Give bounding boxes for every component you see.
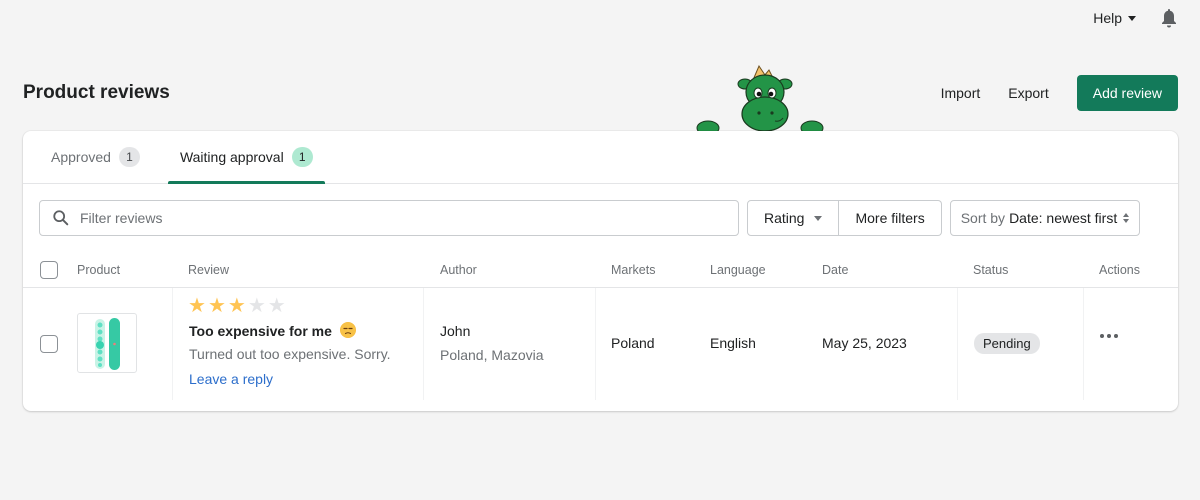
filter-reviews-input[interactable] <box>80 210 680 226</box>
column-header-status: Status <box>973 263 1009 277</box>
column-header-date: Date <box>822 263 849 277</box>
tabs: Approved 1 Waiting approval 1 <box>23 131 1178 184</box>
sort-select[interactable]: Sort by Date: newest first <box>949 200 1141 236</box>
search-field[interactable] <box>39 200 739 236</box>
column-header-language: Language <box>710 263 766 277</box>
column-divider <box>957 288 958 400</box>
filter-button-group: Rating More filters <box>747 200 942 236</box>
column-header-product: Product <box>77 263 121 277</box>
search-icon <box>53 210 69 226</box>
tab-count-badge: 1 <box>291 147 313 167</box>
market-value: Poland <box>611 335 655 351</box>
author-location: Poland, Mazovia <box>440 347 544 363</box>
export-button[interactable]: Export <box>994 85 1062 101</box>
column-header-markets: Markets <box>611 263 656 277</box>
tab-label: Approved <box>51 149 111 165</box>
dragon-mascot <box>695 64 825 131</box>
column-divider <box>172 288 173 400</box>
caret-down-icon <box>814 215 823 221</box>
column-header-review: Review <box>188 263 229 277</box>
column-divider <box>1083 288 1084 400</box>
rating-filter-button[interactable]: Rating <box>747 200 840 236</box>
review-body: Turned out too expensive. Sorry. <box>189 346 391 362</box>
star-rating: ★ ★ ★ ★ ★ <box>188 296 286 316</box>
more-actions-icon[interactable] <box>1100 334 1118 338</box>
star-filled-icon: ★ <box>188 295 206 317</box>
rating-label: Rating <box>764 210 805 226</box>
unamused-face-emoji-icon <box>339 322 356 338</box>
language-value: English <box>710 335 756 351</box>
import-button[interactable]: Import <box>927 85 995 101</box>
review-title-text: Too expensive for me <box>189 323 332 339</box>
select-all-checkbox[interactable] <box>40 261 58 279</box>
star-filled-icon: ★ <box>207 295 226 317</box>
snowboard-image <box>95 318 120 370</box>
column-header-author: Author <box>440 263 477 277</box>
filters-bar: Rating More filters Sort by Date: newest… <box>39 200 1162 236</box>
page-title: Product reviews <box>23 82 170 103</box>
column-divider <box>595 288 596 400</box>
top-bar: Help <box>1093 0 1200 36</box>
row-checkbox[interactable] <box>40 335 58 353</box>
review-title: Too expensive for me <box>189 322 356 339</box>
date-value: May 25, 2023 <box>822 335 907 351</box>
bell-icon[interactable] <box>1160 8 1178 28</box>
more-filters-button[interactable]: More filters <box>839 200 942 236</box>
help-label: Help <box>1093 10 1122 26</box>
sort-prefix: Sort by <box>960 210 1006 226</box>
caret-down-icon <box>1128 15 1136 21</box>
product-thumbnail[interactable] <box>77 313 137 373</box>
reviews-card: Approved 1 Waiting approval 1 Rating Mor… <box>23 131 1178 411</box>
table-row[interactable]: ★ ★ ★ ★ ★ Too expensive for me Turned out to… <box>23 288 1178 400</box>
select-arrows-icon <box>1123 213 1130 223</box>
page-actions: Import Export Add review <box>927 75 1178 111</box>
tab-label: Waiting approval <box>179 149 284 165</box>
column-divider <box>423 288 424 400</box>
tab-waiting-approval[interactable]: Waiting approval 1 <box>167 131 325 184</box>
tab-count-badge: 1 <box>118 147 140 167</box>
help-menu[interactable]: Help <box>1093 10 1136 26</box>
column-header-actions: Actions <box>1099 263 1140 277</box>
sort-value: Date: newest first <box>1009 210 1118 226</box>
add-review-button[interactable]: Add review <box>1076 75 1178 111</box>
status-badge: Pending <box>974 333 1040 354</box>
star-empty-icon: ★ <box>267 295 286 317</box>
leave-reply-link[interactable]: Leave a reply <box>189 371 273 387</box>
star-filled-icon: ★ <box>227 295 246 317</box>
star-empty-icon: ★ <box>247 295 266 317</box>
author-name: John <box>440 323 471 339</box>
tab-approved[interactable]: Approved 1 <box>39 131 152 183</box>
table-header: Product Review Author Markets Language D… <box>23 255 1178 288</box>
